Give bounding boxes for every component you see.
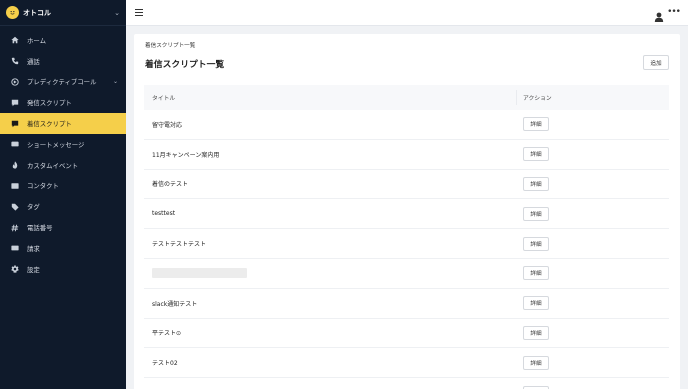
sidebar-item-label: 発信スクリプト — [27, 99, 72, 108]
sidebar-item-label: 請求 — [27, 244, 40, 253]
sidebar-item-sms[interactable]: ショートメッセージ — [0, 134, 126, 155]
sidebar-item-settings[interactable]: 設定 — [0, 259, 126, 280]
detail-button[interactable]: 詳細 — [523, 117, 549, 132]
home-icon — [10, 36, 19, 45]
table-row: 詳細 — [144, 259, 669, 289]
sidebar-item-phone-number[interactable]: 電話番号 — [0, 217, 126, 238]
sidebar-item-label: タグ — [27, 203, 40, 212]
detail-button[interactable]: 詳細 — [523, 296, 549, 311]
outgoing-script-icon — [10, 98, 19, 107]
detail-button[interactable]: 詳細 — [523, 325, 549, 340]
table-row: テスト02 詳細 — [144, 348, 669, 379]
row-title: テストテストテスト — [152, 241, 207, 249]
sidebar-item-incoming-script[interactable]: 着信スクリプト — [0, 113, 126, 134]
sidebar-item-tag[interactable]: タグ — [0, 196, 126, 217]
table-row: 着信のテスト 詳細 — [144, 170, 669, 200]
column-header-action: アクション — [523, 96, 552, 102]
sidebar-item-label: 設定 — [27, 265, 40, 274]
row-title: 着信のテスト — [152, 181, 189, 189]
detail-button[interactable]: 詳細 — [523, 266, 549, 281]
detail-button[interactable]: 詳細 — [523, 355, 549, 370]
sidebar-item-contact[interactable]: コンタクト — [0, 176, 126, 197]
chevron-down-icon[interactable]: ⌄ — [113, 78, 118, 85]
sidebar-item-calls[interactable]: 通話 — [0, 51, 126, 72]
sidebar-nav: ホーム 通話 プレディクティブコール ⌄ 発信スクリプト 着信スクリプト ショー… — [0, 26, 126, 280]
detail-button[interactable]: 詳細 — [523, 236, 549, 251]
sidebar-item-billing[interactable]: 請求 — [0, 238, 126, 259]
row-title: テスト02 — [152, 360, 178, 368]
sidebar-item-label: コンタクト — [27, 182, 59, 191]
tag-icon — [10, 202, 19, 211]
table-row: 平テスト⊙ 詳細 — [144, 319, 669, 349]
sidebar-item-label: ショートメッセージ — [27, 140, 85, 149]
row-title: testtest — [152, 210, 176, 218]
row-title: 平テスト⊙ — [152, 330, 182, 338]
contact-card-icon — [10, 181, 19, 190]
brand-switcher[interactable]: オトコル ⌄ — [0, 0, 126, 26]
table-row: 留守電対応 詳細 — [144, 110, 669, 140]
table-header: タイトル アクション — [144, 85, 669, 110]
sidebar-item-label: 電話番号 — [27, 224, 53, 233]
brand-name: オトコル — [23, 8, 51, 17]
script-table: タイトル アクション 留守電対応 詳細 11月キャンペーン案内用 詳細 着信のテ… — [144, 85, 669, 389]
sidebar-item-predictive-call[interactable]: プレディクティブコール ⌄ — [0, 72, 126, 93]
column-header-title: タイトル — [144, 90, 517, 105]
chevron-down-icon[interactable]: ⌄ — [114, 9, 120, 17]
sidebar-item-label: 着信スクリプト — [27, 120, 72, 129]
user-icon[interactable] — [654, 7, 664, 22]
detail-button[interactable]: 詳細 — [523, 147, 549, 162]
incoming-script-icon — [10, 119, 19, 128]
detail-button[interactable]: 詳細 — [523, 385, 549, 389]
page-title: 着信スクリプト一覧 — [145, 60, 225, 70]
table-row: 11月キャンペーン案内用 詳細 — [144, 140, 669, 170]
sidebar-item-outgoing-script[interactable]: 発信スクリプト — [0, 92, 126, 113]
redacted-bar — [152, 268, 247, 279]
table-row: testtest 詳細 — [144, 199, 669, 230]
topbar: ••• — [126, 0, 688, 26]
brand-logo-icon — [6, 6, 19, 19]
main-card: 着信スクリプト一覧 着信スクリプト一覧 追加 タイトル アクション 留守電対応 … — [134, 34, 680, 389]
more-options-icon[interactable]: ••• — [667, 7, 681, 17]
table-row: slack通知テスト 詳細 — [144, 289, 669, 319]
phone-icon — [10, 57, 19, 66]
sidebar-item-label: カスタムイベント — [27, 161, 79, 170]
predictive-call-icon — [10, 77, 19, 86]
hamburger-menu-icon[interactable] — [135, 9, 143, 16]
table-row: 詳細 — [144, 378, 669, 389]
row-title: 留守電対応 — [152, 121, 183, 129]
sidebar-item-label: プレディクティブコール — [27, 78, 97, 87]
detail-button[interactable]: 詳細 — [523, 176, 549, 191]
row-title-redacted — [144, 268, 517, 279]
row-title: 11月キャンペーン案内用 — [152, 151, 220, 159]
sidebar-item-label: ホーム — [27, 36, 46, 45]
sms-icon — [10, 140, 19, 149]
sidebar: オトコル ⌄ ホーム 通話 プレディクティブコール ⌄ 発信スクリプト 着信スク… — [0, 0, 126, 389]
table-row: テストテストテスト 詳細 — [144, 229, 669, 259]
sidebar-item-custom-event[interactable]: カスタムイベント — [0, 155, 126, 176]
sidebar-item-label: 通話 — [27, 57, 40, 66]
fire-icon — [10, 161, 19, 170]
breadcrumb[interactable]: 着信スクリプト一覧 — [145, 41, 195, 49]
row-title: slack通知テスト — [152, 300, 198, 308]
hash-icon — [10, 223, 19, 232]
add-button[interactable]: 追加 — [643, 55, 669, 70]
sidebar-item-home[interactable]: ホーム — [0, 30, 126, 51]
credit-card-icon — [10, 244, 19, 253]
detail-button[interactable]: 詳細 — [523, 206, 549, 221]
gear-icon — [10, 265, 19, 274]
